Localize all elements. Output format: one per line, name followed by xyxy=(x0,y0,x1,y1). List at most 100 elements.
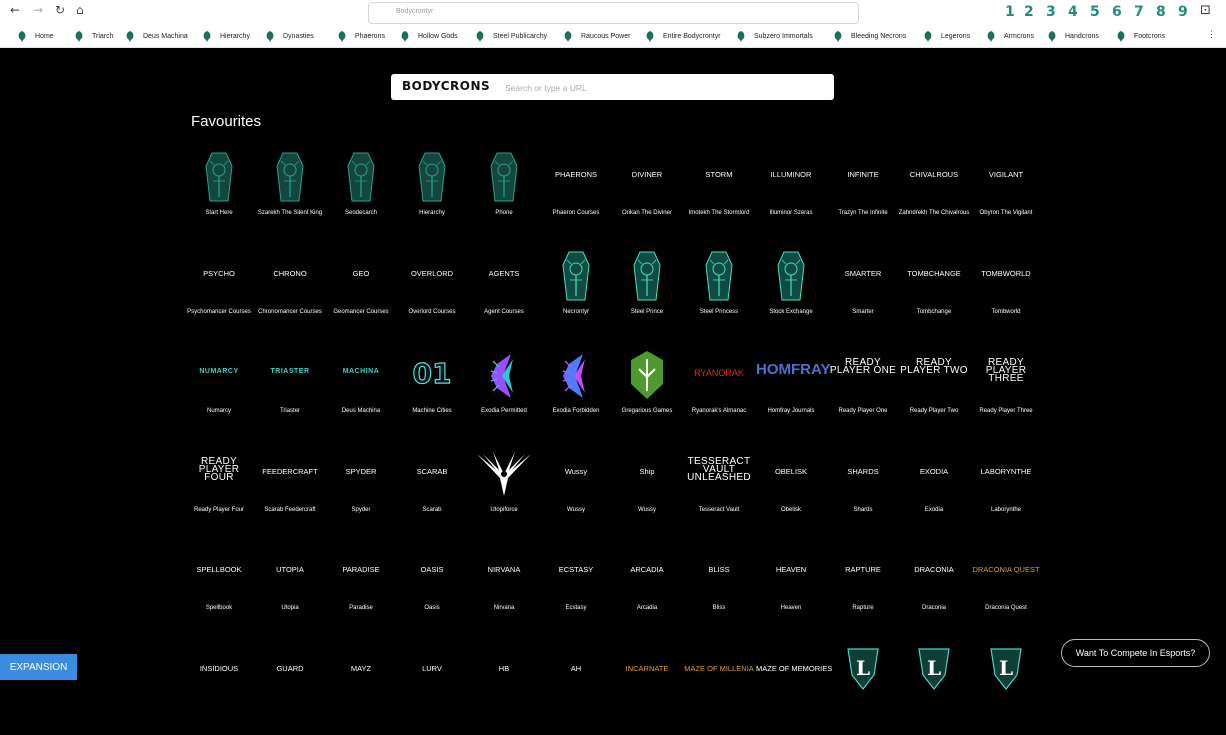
favourite-tile-exodia[interactable]: EXODIA Exodia xyxy=(899,448,969,538)
favourite-tile-exodia-forbidden[interactable]: Exodia Forbidden xyxy=(541,349,611,439)
extension-7-icon[interactable]: 7 xyxy=(1134,4,1144,20)
bookmark-entire-bodycrontyr[interactable]: Entire Bodycrontyr xyxy=(646,31,726,43)
favourite-tile-orikan-the-diviner[interactable]: DIVINER Orikan The Diviner xyxy=(612,151,682,241)
favourite-tile-hierarchy[interactable]: Hierarchy xyxy=(397,151,467,241)
favourite-tile-draconia[interactable]: DRACONIA Draconia xyxy=(899,546,969,636)
favourite-tile-laborynthe[interactable]: LABORYNTHE Laborynthe xyxy=(971,448,1041,538)
extension-3-icon[interactable]: 3 xyxy=(1046,4,1056,20)
bookmark-subzero-immortals[interactable]: Subzero Immortals xyxy=(737,31,817,43)
address-bar[interactable]: Bodycrontyr xyxy=(368,2,859,24)
compete-esports-button[interactable]: Want To Compete In Esports? xyxy=(1061,639,1210,667)
search-box[interactable]: BODYCRONS xyxy=(391,74,834,100)
favourite-tile-guard[interactable]: GUARD xyxy=(255,645,325,735)
favourite-tile-wussy[interactable]: Ship Wussy xyxy=(612,448,682,538)
favourite-tile-necrontyr[interactable]: Necrontyr xyxy=(541,250,611,340)
favourite-tile-ryanorak-s-almanac[interactable]: RYANORAK Ryanorak's Almanac xyxy=(684,349,754,439)
favourite-tile-wussy[interactable]: Wussy Wussy xyxy=(541,448,611,538)
bookmark-raucous-power[interactable]: Raucous Power xyxy=(564,31,644,43)
favourite-tile-exodia-permitted[interactable]: Exodia Permitted xyxy=(469,349,539,439)
favourite-tile-imotekh-the-stormlord[interactable]: STORM Imotekh The Stormlord xyxy=(684,151,754,241)
bookmark-steel-publicarchy[interactable]: Steel Publicarchy xyxy=(476,31,556,43)
reload-icon[interactable]: ↻ xyxy=(55,3,65,17)
bookmark-deus-machina[interactable]: Deus Machina xyxy=(126,31,206,43)
favourite-tile-phaeron-courses[interactable]: PHAERONS Phaeron Courses xyxy=(541,151,611,241)
expansion-button[interactable]: EXPANSION xyxy=(0,654,77,680)
favourite-tile-trazyn-the-infinite[interactable]: INFINITE Trazyn The Infinite xyxy=(828,151,898,241)
favourite-tile-deus-machina[interactable]: MACHINA Deus Machina xyxy=(326,349,396,439)
favourite-tile-steel-prince[interactable]: Steel Prince xyxy=(612,250,682,340)
favourite-tile-ready-player-three[interactable]: READY PLAYER THREE Ready Player Three xyxy=(971,349,1041,439)
favourite-tile-triaster[interactable]: TRIASTER Triaster xyxy=(255,349,325,439)
extension-9-icon[interactable]: 9 xyxy=(1178,4,1188,20)
favourite-tile-ah[interactable]: AH xyxy=(541,645,611,735)
home-icon[interactable]: ⌂ xyxy=(76,3,84,17)
bookmarks-overflow-icon[interactable]: ⋮ xyxy=(1207,29,1216,40)
favourite-tile-draconia-quest[interactable]: DRACONIA QUEST Draconia Quest xyxy=(971,546,1041,636)
favourite-tile-bliss[interactable]: BLISS Bliss xyxy=(684,546,754,636)
favourite-tile-l[interactable]: L xyxy=(971,645,1041,735)
favourite-tile-zahndrekh-the-chivalrous[interactable]: CHIVALROUS Zahndrekh The Chivalrous xyxy=(899,151,970,241)
favourite-tile-utopiforce[interactable]: Utopiforce xyxy=(469,448,539,538)
extension-4-icon[interactable]: 4 xyxy=(1068,4,1078,20)
extension-2-icon[interactable]: 2 xyxy=(1024,4,1034,20)
favourite-tile-numarcy[interactable]: NUMARCY Numarcy xyxy=(184,349,254,439)
favourite-tile-tombchange[interactable]: TOMBCHANGE Tombchange xyxy=(899,250,969,340)
favourite-tile-rapture[interactable]: RAPTURE Rapture xyxy=(828,546,898,636)
favourite-tile-agent-courses[interactable]: AGENTS Agent Courses xyxy=(469,250,539,340)
favourite-tile-maze-of-memories[interactable]: MAZE OF MEMORIES xyxy=(756,645,832,735)
favourite-tile-stock-exchange[interactable]: Stock Exchange xyxy=(756,250,826,340)
extension-6-icon[interactable]: 6 xyxy=(1112,4,1122,20)
favourite-tile-obyron-the-vigilant[interactable]: VIGILANT Obyron The Vigilant xyxy=(971,151,1041,241)
back-arrow-icon[interactable]: ← xyxy=(10,3,20,17)
favourite-tile-ready-player-four[interactable]: READY PLAYER FOUR Ready Player Four xyxy=(184,448,254,538)
favourite-tile-spyder[interactable]: SPYDER Spyder xyxy=(326,448,396,538)
search-input[interactable] xyxy=(503,78,827,98)
favourite-tile-hb[interactable]: HB xyxy=(469,645,539,735)
favourite-tile-lurv[interactable]: LURV xyxy=(397,645,467,735)
extension-5-icon[interactable]: 5 xyxy=(1090,4,1100,20)
favourite-tile-paradise[interactable]: PARADISE Paradise xyxy=(326,546,396,636)
favourite-tile-mayz[interactable]: MAYZ xyxy=(326,645,396,735)
extension-8-icon[interactable]: 8 xyxy=(1156,4,1166,20)
favourite-tile-szarekh-the-silent-king[interactable]: Szarekh The Silent King xyxy=(255,151,325,241)
favourite-tile-tesseract-vault[interactable]: TESSERACT VAULT UNLEASHED Tesseract Vault xyxy=(684,448,754,538)
favourite-tile-insidious[interactable]: INSIDIOUS xyxy=(184,645,254,735)
favourite-tile-heaven[interactable]: HEAVEN Heaven xyxy=(756,546,826,636)
extension-1-icon[interactable]: 1 xyxy=(1005,4,1015,20)
forward-arrow-icon[interactable]: → xyxy=(33,3,43,17)
bookmark-dynasties[interactable]: Dynasties xyxy=(266,31,346,43)
favourite-tile-maze-of-millenia[interactable]: MAZE OF MILLENIA xyxy=(684,645,754,735)
favourite-tile-overlord-courses[interactable]: OVERLORD Overlord Courses xyxy=(397,250,467,340)
favourite-tile-machine-cities[interactable]: 01 Machine Cities xyxy=(397,349,467,439)
bookmark-hollow-gods[interactable]: Hollow Gods xyxy=(401,31,481,43)
bookmark-handcrons[interactable]: Handcrons xyxy=(1048,31,1128,43)
favourite-tile-incarnate[interactable]: INCARNATE xyxy=(612,645,682,735)
favourite-tile-steel-princess[interactable]: Steel Princess xyxy=(684,250,754,340)
favourite-tile-seodecarch[interactable]: Seodecarch xyxy=(326,151,396,241)
extensions-puzzle-icon[interactable]: ⊡ xyxy=(1200,3,1211,18)
favourite-tile-chronomancer-courses[interactable]: CHRONO Chronomancer Courses xyxy=(255,250,325,340)
favourite-tile-l[interactable]: L xyxy=(899,645,969,735)
favourite-tile-nirvana[interactable]: NIRVANA Nirvana xyxy=(469,546,539,636)
favourite-tile-spellbook[interactable]: SPELLBOOK Spellbook xyxy=(184,546,254,636)
favourite-tile-shards[interactable]: SHARDS Shards xyxy=(828,448,898,538)
favourite-tile-l[interactable]: L xyxy=(828,645,898,735)
favourite-tile-start-here[interactable]: Start Here xyxy=(184,151,254,241)
favourite-tile-smarter[interactable]: SMARTER Smarter xyxy=(828,250,898,340)
favourite-tile-oasis[interactable]: OASIS Oasis xyxy=(397,546,467,636)
bookmark-footcrons[interactable]: Footcrons xyxy=(1117,31,1197,43)
favourite-tile-phone[interactable]: Phone xyxy=(469,151,539,241)
favourite-tile-obelisk[interactable]: OBELISK Obelisk xyxy=(756,448,826,538)
favourite-tile-homfray-journals[interactable]: HOMFRAY Homfray Journals xyxy=(756,349,830,439)
favourite-tile-tombworld[interactable]: TOMBWORLD Tombworld xyxy=(971,250,1041,340)
favourite-tile-illuminor-szeras[interactable]: ILLUMINOR Illuminor Szeras xyxy=(756,151,826,241)
favourite-tile-scarab-feedercraft[interactable]: FEEDERCRAFT Scarab Feedercraft xyxy=(255,448,325,538)
bookmark-bleeding-necrons[interactable]: Bleeding Necrons xyxy=(834,31,914,43)
favourite-tile-gregarious-games[interactable]: Gregarious Games xyxy=(612,349,682,439)
favourite-tile-geomancer-courses[interactable]: GEO Geomancer Courses xyxy=(326,250,396,340)
favourite-tile-psychomancer-courses[interactable]: PSYCHO Psychomancer Courses xyxy=(184,250,254,340)
favourite-tile-scarab[interactable]: SCARAB Scarab xyxy=(397,448,467,538)
favourite-tile-ready-player-two[interactable]: READY PLAYER TWO Ready Player Two xyxy=(899,349,969,439)
favourite-tile-ready-player-one[interactable]: READY PLAYER ONE Ready Player One xyxy=(828,349,898,439)
favourite-tile-arcadia[interactable]: ARCADIA Arcadia xyxy=(612,546,682,636)
